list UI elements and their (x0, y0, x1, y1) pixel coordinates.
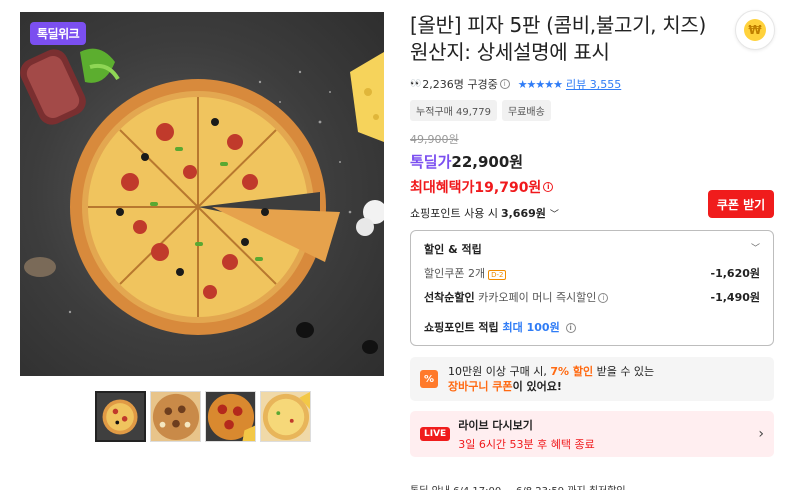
product-title: [올반] 피자 5판 (콤비,불고기, 치즈) 원산지: 상세설명에 표시 (410, 12, 774, 66)
product-info-panel: [올반] 피자 5판 (콤비,불고기, 치즈) 원산지: 상세설명에 표시 👀 … (410, 12, 774, 457)
live-replay-banner[interactable]: LIVE 라이브 다시보기 3일 6시간 53분 후 혜택 종료 › (410, 411, 774, 457)
deal-price-label: 톡딜가 (410, 153, 452, 171)
benefit-header[interactable]: 할인 & 적립 ﹀ (424, 241, 760, 257)
get-coupon-button[interactable]: 쿠폰 받기 (708, 190, 774, 218)
purchase-count-chip: 누적구매 49,779 (410, 100, 497, 121)
product-title-text: [올반] 피자 5판 (콤비,불고기, 치즈) (410, 13, 706, 37)
first-come-discount-line: 선착순할인 카카오페이 머니 즉시할인 i -1,490원 (424, 289, 760, 305)
pizza-combination-thumb (97, 393, 144, 440)
percent-icon: % (420, 370, 438, 388)
point-earn-max: 최대 (502, 321, 523, 334)
pizza-illustration (20, 48, 384, 354)
point-use-label: 쇼핑포인트 사용 시 (410, 207, 498, 220)
info-icon[interactable]: i (598, 293, 609, 303)
point-earn-value: 100원 (526, 321, 560, 334)
cart-coupon-promo[interactable]: % 10만원 이상 구매 시, 7% 할인 받을 수 있는 장바구니 쿠폰이 있… (410, 357, 774, 401)
thumbnail-4[interactable] (260, 391, 311, 442)
deal-week-badge: 톡딜위크 (30, 22, 87, 45)
deal-price-row: 톡딜가 22,900원 (410, 151, 774, 172)
deal-price-value: 22,900원 (451, 153, 524, 171)
benefit-header-label: 할인 & 적립 (424, 243, 482, 256)
discount-benefit-box: 할인 & 적립 ﹀ 할인쿠폰 2개 D-2 -1,620원 선착순할인 카카오페이… (410, 230, 774, 346)
info-icon[interactable]: i (499, 79, 510, 89)
point-use-price: 3,669원 (500, 207, 546, 220)
first-come-label: 선착순할인 (424, 291, 475, 304)
promo-text-post: 받을 수 있는 (596, 365, 655, 378)
viewer-count: 2,236명 구경중 (422, 78, 498, 91)
pizza-bulgogi-thumb (151, 392, 200, 441)
live-countdown: 3일 6시간 53분 후 혜택 종료 (458, 437, 595, 451)
coupon-discount-value: -1,620원 (710, 267, 760, 280)
kakaopay-desc: 카카오페이 머니 즉시할인 (478, 291, 597, 304)
coupon-discount-line: 할인쿠폰 2개 D-2 -1,620원 (424, 265, 760, 281)
point-earn-label: 쇼핑포인트 적립 (424, 321, 499, 334)
deal-notice-row: 톡딜 안내 6/4 17:00 ~ 6/8 23:59 까지 최저할인 (410, 482, 626, 490)
thumbnail-3[interactable] (205, 391, 256, 442)
viewer-review-row: 👀 2,236명 구경중 i ★★★★★ 리뷰 3,555 (410, 76, 774, 92)
product-chips: 누적구매 49,779 무료배송 (410, 100, 774, 121)
live-title: 라이브 다시보기 (458, 418, 533, 432)
thumbnail-2[interactable] (150, 391, 201, 442)
live-badge: LIVE (420, 427, 451, 441)
thumbnail-strip (95, 391, 311, 442)
pizza-pepperoni-thumb (206, 392, 255, 441)
promo-text: 10만원 이상 구매 시, 7% 할인 받을 수 있는 장바구니 쿠폰이 있어요… (448, 364, 654, 394)
promo-highlight: 7% 할인 (550, 365, 594, 378)
info-icon[interactable]: i (565, 323, 576, 333)
product-main-image[interactable]: 톡딜위크 (20, 12, 384, 376)
point-earn-line: 쇼핑포인트 적립 최대 100원 i (424, 319, 760, 335)
promo-text-end: 이 있어요! (512, 380, 562, 393)
dday-badge: D-2 (488, 270, 507, 280)
max-benefit-label: 최대혜택가 (410, 180, 475, 196)
thumbnail-1[interactable] (95, 391, 146, 442)
chevron-down-icon: ﹀ (549, 209, 559, 220)
promo-text-pre: 10만원 이상 구매 시, (448, 365, 547, 378)
chevron-right-icon: › (758, 426, 764, 442)
rating-stars: ★★★★★ (517, 77, 563, 91)
first-come-value: -1,490원 (710, 291, 760, 304)
review-link[interactable]: 리뷰 3,555 (566, 76, 621, 92)
free-shipping-chip: 무료배송 (501, 100, 551, 121)
product-origin-text: 원산지: 상세설명에 표시 (410, 40, 610, 64)
live-text: 라이브 다시보기 3일 6시간 53분 후 혜택 종료 (458, 417, 595, 452)
max-benefit-info-icon[interactable]: i (543, 182, 554, 192)
eyes-icon: 👀 (410, 79, 421, 89)
pizza-cheese-thumb (261, 392, 310, 441)
original-price: 49,900원 (410, 133, 459, 146)
coupon-discount-label: 할인쿠폰 2개 (424, 267, 486, 280)
promo-cart-coupon: 장바구니 쿠폰 (448, 380, 513, 393)
max-benefit-price: 19,790원 (474, 180, 542, 196)
chevron-down-icon: ﹀ (750, 244, 760, 254)
